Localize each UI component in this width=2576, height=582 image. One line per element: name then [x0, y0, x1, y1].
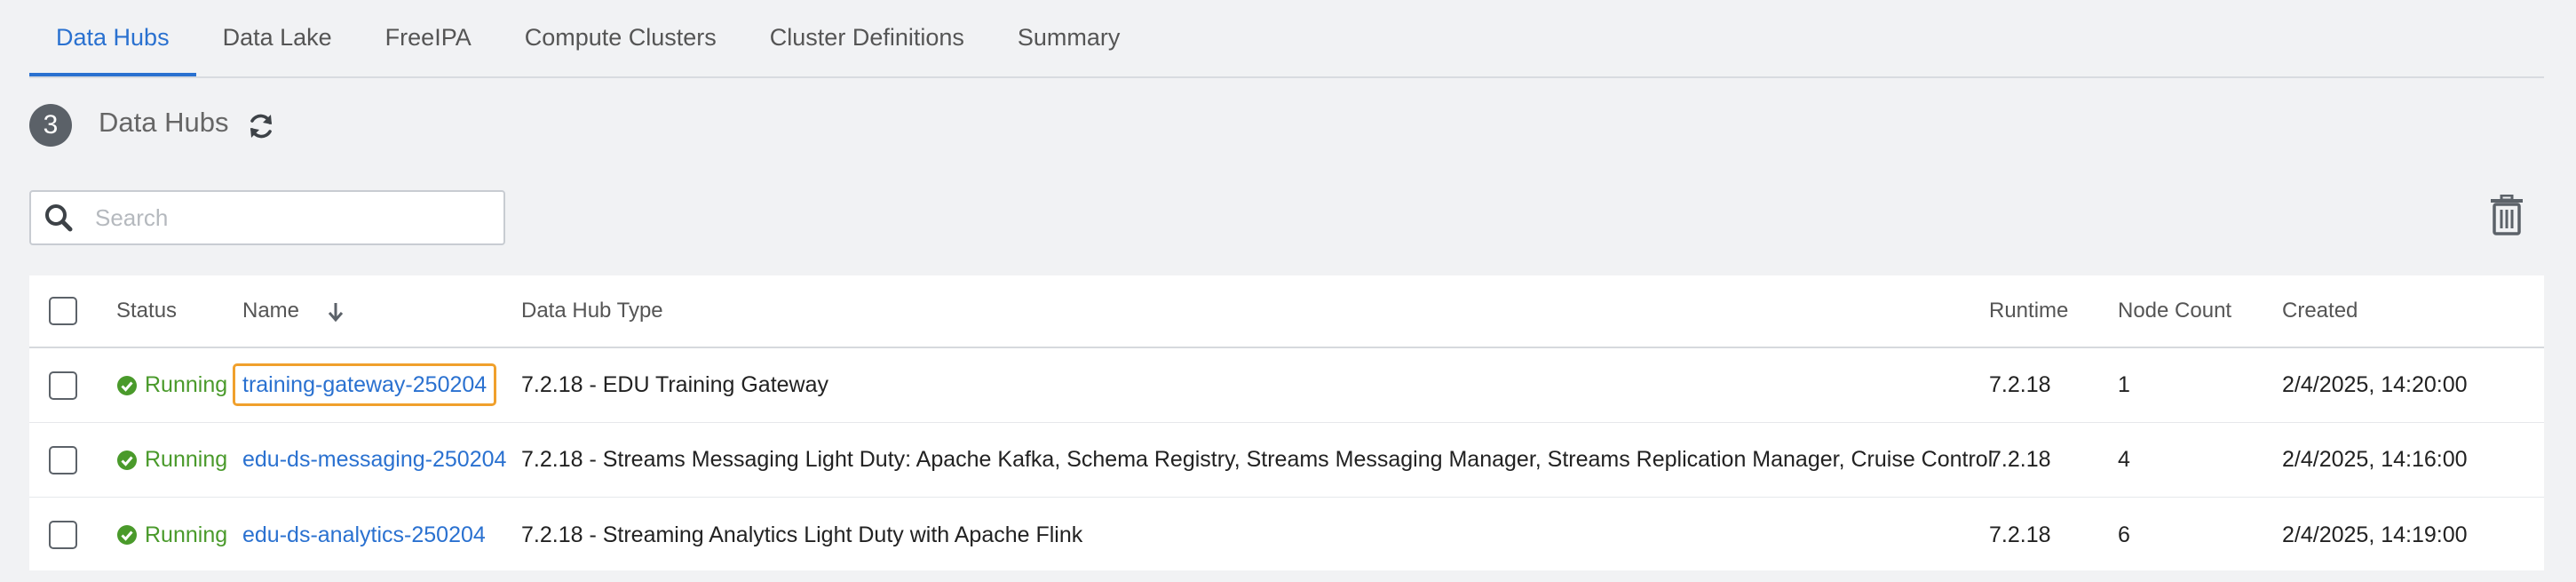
status-label: Running [145, 447, 228, 472]
tab-data-hubs[interactable]: Data Hubs [29, 0, 196, 76]
status-label: Running [145, 372, 228, 397]
tab-cluster-definitions[interactable]: Cluster Definitions [743, 0, 991, 75]
sort-descending-icon[interactable] [327, 301, 345, 323]
created-cell: 2/4/2025, 14:20:00 [2282, 372, 2468, 397]
created-cell: 2/4/2025, 14:16:00 [2282, 447, 2468, 472]
runtime-cell: 7.2.18 [1989, 372, 2051, 397]
cluster-name-cell: training-gateway-250204 [232, 363, 497, 406]
hub-type-cell: 7.2.18 - EDU Training Gateway [521, 372, 828, 397]
tab-compute-clusters[interactable]: Compute Clusters [498, 0, 743, 75]
status-label: Running [145, 522, 228, 547]
check-circle-icon [117, 525, 137, 545]
column-header-runtime[interactable]: Runtime [1989, 299, 2068, 323]
status-badge: Running [116, 372, 227, 398]
node-count-cell: 4 [2118, 447, 2130, 472]
check-circle-icon [117, 450, 137, 470]
check-circle-icon [117, 375, 137, 395]
table-row: Running edu-ds-analytics-250204 7.2.18 -… [29, 498, 2544, 572]
column-header-created[interactable]: Created [2282, 299, 2358, 323]
cluster-name-cell: edu-ds-messaging-250204 [242, 447, 506, 473]
row-checkbox[interactable] [49, 521, 77, 549]
column-header-type[interactable]: Data Hub Type [521, 299, 663, 323]
cluster-name-cell: edu-ds-analytics-250204 [242, 522, 486, 548]
hub-type-cell: 7.2.18 - Streaming Analytics Light Duty … [521, 522, 1083, 547]
row-checkbox[interactable] [49, 445, 77, 474]
table-row: Running edu-ds-messaging-250204 7.2.18 -… [29, 423, 2544, 498]
row-checkbox[interactable] [49, 371, 77, 400]
node-count-cell: 6 [2118, 522, 2130, 547]
status-badge: Running [116, 447, 227, 473]
count-badge: 3 [29, 104, 72, 147]
cluster-name-link[interactable]: training-gateway-250204 [232, 363, 497, 406]
column-header-node-count[interactable]: Node Count [2118, 299, 2231, 323]
created-cell: 2/4/2025, 14:19:00 [2282, 522, 2468, 547]
search-icon [45, 204, 73, 232]
cluster-name-link[interactable]: edu-ds-analytics-250204 [242, 522, 486, 547]
page-title: Data Hubs [99, 107, 229, 138]
runtime-cell: 7.2.18 [1989, 522, 2051, 547]
table-header-row: Status Name Data Hub Type Runtime Node C… [29, 275, 2544, 348]
column-header-name[interactable]: Name [242, 299, 345, 323]
trash-icon[interactable] [2489, 195, 2524, 235]
tab-bar: Data Hubs Data Lake FreeIPA Compute Clus… [29, 0, 2544, 78]
table-row: Running training-gateway-250204 7.2.18 -… [29, 348, 2544, 423]
search-input[interactable] [93, 203, 503, 233]
hub-type-cell: 7.2.18 - Streams Messaging Light Duty: A… [521, 447, 1993, 472]
runtime-cell: 7.2.18 [1989, 447, 2051, 472]
column-header-status[interactable]: Status [116, 299, 177, 323]
select-all-checkbox[interactable] [49, 297, 77, 325]
refresh-icon[interactable] [247, 112, 275, 140]
tab-freeipa[interactable]: FreeIPA [359, 0, 498, 75]
cluster-name-link[interactable]: edu-ds-messaging-250204 [242, 447, 506, 472]
data-hubs-table: Status Name Data Hub Type Runtime Node C… [29, 275, 2544, 570]
column-header-name-label: Name [242, 299, 300, 323]
search-box [29, 190, 505, 245]
node-count-cell: 1 [2118, 372, 2130, 397]
tab-summary[interactable]: Summary [991, 0, 1147, 75]
status-badge: Running [116, 522, 227, 548]
tab-data-lake[interactable]: Data Lake [196, 0, 359, 75]
